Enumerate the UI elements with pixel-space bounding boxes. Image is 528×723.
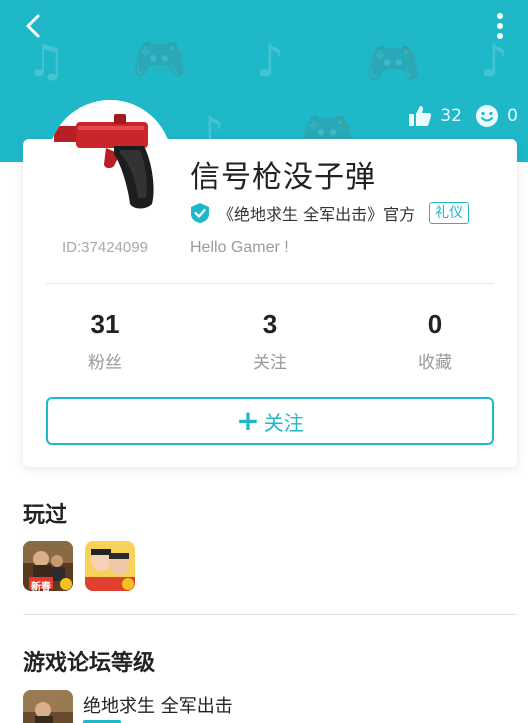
- gamepad-icon: 🎮: [366, 38, 421, 89]
- username: 信号枪没子弹: [190, 160, 376, 195]
- pubg-mobile-icon: [23, 690, 73, 723]
- played-game-2[interactable]: [85, 541, 135, 591]
- avatar[interactable]: [48, 100, 172, 224]
- music-note-icon: ♫: [26, 36, 66, 87]
- stat-favorites-value: 0: [427, 309, 443, 339]
- forum-level-item[interactable]: 绝地求生 全军出击: [23, 690, 233, 723]
- stat-following-value: 3: [262, 309, 278, 339]
- played-game-1[interactable]: 新春: [23, 541, 73, 591]
- stat-fans[interactable]: 31 粉丝: [45, 308, 165, 373]
- thumbs-up-icon: [409, 106, 432, 126]
- verify-text: 《绝地求生 全军出击》官方: [218, 205, 416, 224]
- likes-counter[interactable]: 32: [408, 104, 462, 128]
- section-separator: [23, 614, 517, 615]
- verified-badge-icon: [191, 203, 209, 223]
- smiley-icon: [476, 105, 499, 127]
- follow-button[interactable]: + 关注: [46, 397, 494, 445]
- forum-game-name: 绝地求生 全军出击: [83, 696, 233, 717]
- verification-row: 《绝地求生 全军出击》官方 礼仪: [190, 201, 470, 225]
- bio-text: Hello Gamer !: [190, 239, 289, 256]
- stat-favorites[interactable]: 0 收藏: [375, 308, 495, 373]
- played-game-1-badge: 新春: [31, 582, 51, 591]
- user-id: ID:37424099: [62, 239, 148, 256]
- stat-following-label: 关注: [253, 353, 287, 373]
- forum-level-section-title: 游戏论坛等级: [23, 651, 156, 676]
- forum-game-icon: [23, 690, 73, 723]
- played-section-title: 玩过: [23, 503, 68, 528]
- more-vertical-icon: [497, 13, 503, 39]
- flare-gun-icon: [48, 100, 172, 224]
- more-options-button[interactable]: [488, 10, 512, 42]
- chevron-left-icon: [26, 14, 40, 38]
- back-button[interactable]: [18, 10, 50, 42]
- smiles-counter[interactable]: 0: [475, 104, 518, 128]
- likes-count: 32: [440, 106, 462, 126]
- music-note-icon: ♪: [480, 36, 509, 87]
- stat-fans-label: 粉丝: [88, 353, 122, 373]
- smiles-count: 0: [507, 106, 518, 126]
- follow-button-label: 关注: [263, 410, 304, 435]
- stat-fans-value: 31: [90, 309, 120, 339]
- etiquette-badge[interactable]: 礼仪: [429, 202, 470, 224]
- music-note-icon: ♪: [256, 36, 285, 87]
- divider: [46, 283, 494, 284]
- stat-favorites-label: 收藏: [418, 353, 452, 373]
- plus-icon: +: [236, 404, 260, 437]
- cartoon-game-icon: [85, 541, 135, 591]
- gamepad-icon: 🎮: [132, 34, 187, 85]
- stat-following[interactable]: 3 关注: [210, 308, 330, 373]
